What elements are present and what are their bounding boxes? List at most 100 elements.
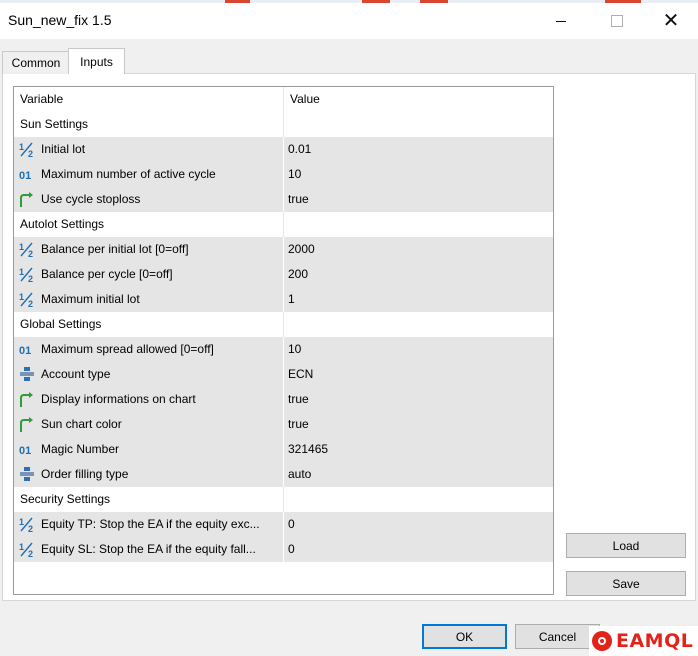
param-value[interactable]: 1 — [288, 287, 295, 312]
svg-text:01: 01 — [19, 445, 31, 457]
param-row[interactable]: Display informations on chart true — [14, 387, 553, 412]
cell-separator — [283, 287, 284, 312]
param-name: Initial lot — [41, 142, 86, 156]
minimize-button[interactable] — [538, 3, 584, 39]
cell-separator — [283, 187, 284, 212]
svg-text:01: 01 — [19, 345, 31, 357]
param-value[interactable]: 0.01 — [288, 137, 311, 162]
save-button[interactable]: Save — [566, 571, 686, 596]
svg-text:1: 1 — [19, 292, 24, 302]
param-value[interactable]: 10 — [288, 162, 301, 187]
param-value[interactable]: 0 — [288, 537, 295, 562]
param-value[interactable]: 200 — [288, 262, 308, 287]
cell-separator — [283, 162, 284, 187]
svg-text:01: 01 — [19, 170, 31, 182]
cell-separator — [283, 412, 284, 437]
enum-icon — [18, 366, 36, 383]
tab-inputs[interactable]: Inputs — [68, 48, 125, 74]
maximize-button[interactable] — [594, 3, 640, 39]
close-icon: ✕ — [662, 10, 680, 32]
cell-separator — [283, 337, 284, 362]
svg-text:2: 2 — [28, 299, 33, 308]
section-row: Sun Settings — [14, 112, 553, 137]
param-value[interactable]: 10 — [288, 337, 301, 362]
title-bar: Sun_new_fix 1.5 ✕ — [0, 3, 698, 39]
section-title: Autolot Settings — [20, 217, 105, 231]
column-header-value[interactable]: Value — [290, 87, 320, 112]
param-name: Display informations on chart — [41, 392, 196, 406]
load-button[interactable]: Load — [566, 533, 686, 558]
param-name: Balance per initial lot [0=off] — [41, 242, 189, 256]
fraction-icon: 12 — [18, 266, 36, 284]
param-name: Magic Number — [41, 442, 120, 456]
section-title: Global Settings — [20, 317, 102, 331]
param-name: Balance per cycle [0=off] — [41, 267, 173, 281]
integer-icon: 01 — [18, 441, 36, 458]
fraction-icon: 12 — [18, 541, 36, 559]
logo-icon — [592, 631, 612, 651]
param-value[interactable]: ECN — [288, 362, 313, 387]
minimize-icon — [556, 20, 566, 22]
bool-arrow-icon — [18, 416, 36, 433]
param-name: Order filling type — [41, 467, 129, 481]
window-title: Sun_new_fix 1.5 — [8, 12, 112, 28]
cell-separator — [283, 237, 284, 262]
param-row[interactable]: 1 2 Balance per cycle [0=off] 200 — [14, 262, 553, 287]
param-row[interactable]: 1 2 Balance per initial lot [0=off] 2000 — [14, 237, 553, 262]
param-row[interactable]: 01 Maximum number of active cycle 10 — [14, 162, 553, 187]
param-value[interactable]: true — [288, 412, 309, 437]
param-row[interactable]: Sun chart color true — [14, 412, 553, 437]
tab-common[interactable]: Common — [2, 51, 70, 74]
cell-separator — [283, 362, 284, 387]
param-row[interactable]: 1 2 Initial lot 0.01 — [14, 137, 553, 162]
param-value[interactable]: 0 — [288, 512, 295, 537]
cell-separator — [283, 387, 284, 412]
close-button[interactable]: ✕ — [648, 3, 694, 39]
param-name: Account type — [41, 367, 111, 381]
cancel-button[interactable]: Cancel — [515, 624, 600, 649]
cell-separator — [283, 262, 284, 287]
section-title: Sun Settings — [20, 117, 89, 131]
param-value[interactable]: auto — [288, 462, 311, 487]
param-row[interactable]: 01 Magic Number 321465 — [14, 437, 553, 462]
param-row[interactable]: Account type ECN — [14, 362, 553, 387]
param-value[interactable]: true — [288, 187, 309, 212]
maximize-icon — [611, 15, 623, 27]
grid-header: Variable Value — [14, 87, 553, 112]
section-row: Global Settings — [14, 312, 553, 337]
enum-icon — [18, 466, 36, 483]
param-name: Equity TP: Stop the EA if the equity exc… — [41, 517, 260, 531]
param-row[interactable]: 01 Maximum spread allowed [0=off] 10 — [14, 337, 553, 362]
fraction-icon: 12 — [18, 291, 36, 309]
svg-text:1: 1 — [19, 517, 24, 527]
param-row[interactable]: Use cycle stoploss true — [14, 187, 553, 212]
bool-arrow-icon — [18, 391, 36, 408]
svg-text:1: 1 — [19, 267, 24, 277]
svg-text:2: 2 — [28, 524, 33, 533]
cell-separator — [283, 437, 284, 462]
section-title: Security Settings — [20, 492, 111, 506]
inputs-grid: Variable Value Sun Settings 1 2 Initial lot… — [13, 86, 554, 595]
param-row[interactable]: Order filling type auto — [14, 462, 553, 487]
watermark-text: EAMQL — [616, 630, 694, 652]
param-row[interactable]: 1 2 Equity TP: Stop the EA if the equity e… — [14, 512, 553, 537]
param-value[interactable]: 2000 — [288, 237, 315, 262]
param-name: Sun chart color — [41, 417, 122, 431]
fraction-icon: 12 — [18, 516, 36, 534]
bool-arrow-icon — [18, 191, 36, 208]
ok-button[interactable]: OK — [422, 624, 507, 649]
param-row[interactable]: 1 2 Equity SL: Stop the EA if the equity f… — [14, 537, 553, 562]
param-row[interactable]: 1 2 Maximum initial lot 1 — [14, 287, 553, 312]
fraction-icon: 12 — [18, 141, 36, 159]
integer-icon: 01 — [18, 341, 36, 358]
cell-separator — [283, 137, 284, 162]
column-header-variable[interactable]: Variable — [20, 87, 63, 112]
param-value[interactable]: 321465 — [288, 437, 328, 462]
param-name: Equity SL: Stop the EA if the equity fal… — [41, 542, 256, 556]
svg-text:2: 2 — [28, 249, 33, 258]
param-value[interactable]: true — [288, 387, 309, 412]
param-name: Maximum initial lot — [41, 292, 140, 306]
integer-icon: 01 — [18, 166, 36, 183]
svg-text:1: 1 — [19, 542, 24, 552]
param-name: Maximum spread allowed [0=off] — [41, 342, 214, 356]
